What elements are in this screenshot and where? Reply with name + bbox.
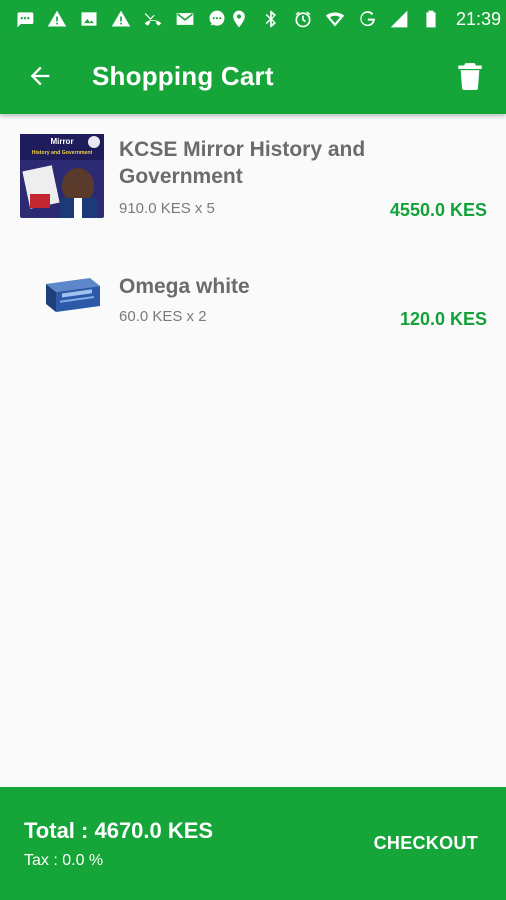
product-unit-price: 60.0 KES x 2 — [119, 308, 207, 325]
warning-icon — [46, 8, 68, 30]
checkout-button[interactable]: CHECKOUT — [374, 833, 478, 854]
message-icon — [14, 8, 36, 30]
status-left-icons — [14, 8, 228, 30]
book-cover-subtitle: History and Government — [32, 150, 93, 156]
location-icon — [228, 8, 250, 30]
bluetooth-icon — [260, 8, 282, 30]
product-unit-price: 910.0 KES x 5 — [119, 200, 215, 217]
status-right-icons: 21:39 — [228, 8, 501, 30]
image-icon — [78, 8, 100, 30]
status-time: 21:39 — [456, 8, 502, 29]
product-name: KCSE Mirror History and Government — [119, 138, 366, 188]
product-line-total: 4550.0 KES — [389, 200, 487, 220]
back-button[interactable] — [10, 38, 70, 114]
alarm-icon — [292, 8, 314, 30]
cart-item[interactable]: Omega white 60.0 KES x 2 120.0 KES — [0, 249, 506, 349]
app-bar: Shopping Cart — [0, 38, 506, 114]
chat-icon — [206, 8, 228, 30]
product-thumbnail-box — [44, 276, 102, 319]
checkout-footer: Total : 4670.0 KES Tax : 0.0 % CHECKOUT — [0, 787, 506, 900]
screen: 21:39 Shopping Cart Mirror History and G… — [0, 0, 506, 900]
delete-cart-button[interactable] — [450, 56, 490, 96]
network-g-icon — [356, 8, 378, 30]
arrow-back-icon — [30, 66, 50, 86]
wifi-icon — [324, 8, 346, 30]
book-cover-title: Mirror — [50, 137, 73, 146]
mail-icon — [174, 8, 196, 30]
cart-item[interactable]: Mirror History and Government KCSE Mirro… — [0, 114, 506, 249]
status-bar: 21:39 — [0, 0, 506, 38]
cart-tax: Tax : 0.0 % — [24, 852, 104, 869]
missed-call-icon — [142, 8, 164, 30]
warning-icon — [110, 8, 132, 30]
trash-icon — [458, 63, 482, 90]
cart-list: Mirror History and Government KCSE Mirro… — [0, 114, 506, 349]
signal-icon — [388, 8, 410, 30]
battery-icon — [420, 8, 442, 30]
product-line-total: 120.0 KES — [399, 309, 487, 329]
page-title: Shopping Cart — [92, 60, 274, 91]
product-thumbnail-book: Mirror History and Government — [20, 134, 104, 218]
product-name: Omega white — [119, 275, 250, 298]
cart-total: Total : 4670.0 KES — [24, 818, 214, 843]
